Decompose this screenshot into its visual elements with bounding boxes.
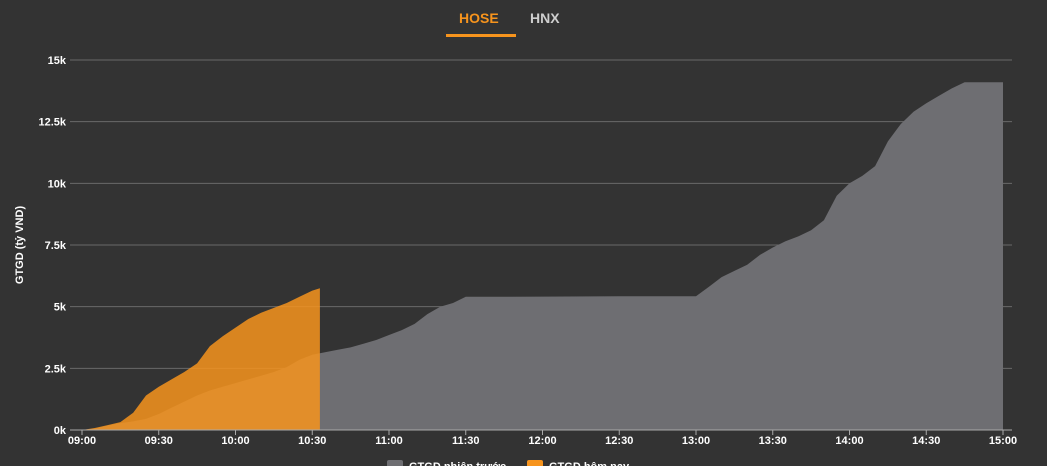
y-tick-label: 2.5k: [45, 363, 67, 375]
x-tick-label: 14:00: [835, 435, 863, 447]
y-tick-label: 0k: [54, 425, 67, 437]
x-tick-label: 14:30: [912, 435, 940, 447]
x-axis: 09:00 09:30 10:00 10:30 11:00 11:30 12:00 12:30…: [68, 429, 1017, 447]
y-tick-label: 5k: [54, 302, 67, 314]
legend: GTGD phiên trước GTGD hôm nay: [387, 460, 630, 466]
y-tick-label: 7.5k: [45, 240, 67, 252]
series-areas: [82, 82, 1003, 430]
legend-swatch: [387, 460, 403, 466]
y-tick-label: 12.5k: [38, 117, 66, 129]
y-tick-label: 15k: [48, 55, 67, 67]
y-axis-ticks: 0k 2.5k 5k 7.5k 10k 12.5k 15k: [38, 55, 66, 437]
x-tick-label: 13:00: [682, 435, 710, 447]
y-tick-label: 10k: [48, 178, 67, 190]
series-area-today: [82, 288, 320, 430]
x-tick-label: 09:30: [145, 435, 173, 447]
legend-item[interactable]: GTGD phiên trước: [387, 460, 506, 466]
x-tick-label: 09:00: [68, 435, 96, 447]
x-tick-label: 13:30: [759, 435, 787, 447]
legend-swatch: [527, 460, 543, 466]
legend-label: GTGD phiên trước: [409, 461, 506, 466]
trading-value-chart: 0k 2.5k 5k 7.5k 10k 12.5k 15k 09:00 09:30 10:00 1…: [14, 55, 1017, 466]
x-tick-label: 12:00: [528, 435, 556, 447]
x-tick-label: 12:30: [605, 435, 633, 447]
x-tick-label: 11:30: [452, 435, 480, 447]
x-tick-label: 10:30: [298, 435, 326, 447]
legend-item[interactable]: GTGD hôm nay: [527, 460, 630, 466]
y-axis-label: GTGD (tỷ VND): [14, 206, 26, 285]
x-tick-label: 11:00: [375, 435, 403, 447]
legend-label: GTGD hôm nay: [549, 461, 630, 466]
x-tick-label: 15:00: [989, 435, 1017, 447]
x-tick-label: 10:00: [221, 435, 249, 447]
